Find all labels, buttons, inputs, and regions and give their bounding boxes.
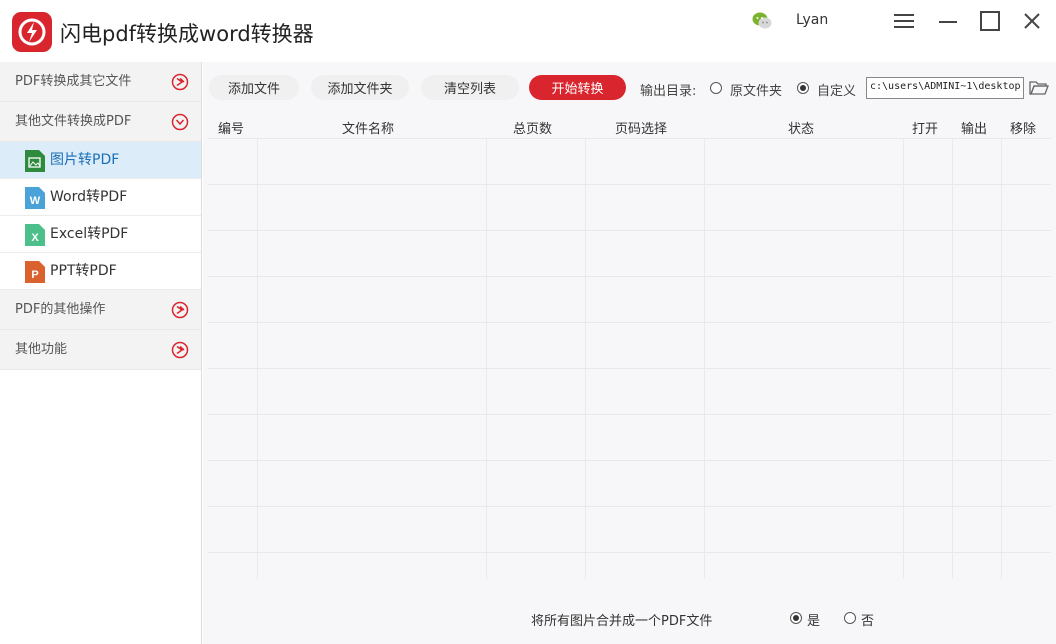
arrow-right-circle-icon (171, 301, 189, 319)
radio-original-folder[interactable] (710, 82, 722, 94)
grid-line (952, 138, 953, 579)
grid-line (208, 276, 1051, 277)
sidebar-category-label: 其他功能 (15, 342, 68, 357)
folder-open-icon[interactable] (1029, 78, 1049, 98)
sidebar-category-other-functions[interactable]: 其他功能 (0, 330, 201, 370)
arrow-right-circle-icon (171, 73, 189, 91)
col-header-open: 打开 (912, 122, 939, 137)
minimize-button[interactable] (935, 8, 961, 34)
grid-line (903, 138, 904, 579)
sidebar: PDF转换成其它文件 其他文件转换成PDF 图片转PDF W Word转PDF … (0, 62, 202, 644)
add-file-button[interactable]: 添加文件 (209, 75, 299, 100)
arrow-down-circle-icon (171, 113, 189, 131)
grid-line (208, 322, 1051, 323)
close-button[interactable] (1019, 8, 1045, 34)
username[interactable]: Lyan (796, 12, 828, 28)
col-header-remove: 移除 (1010, 122, 1037, 137)
title-bar: 闪电pdf转换成word转换器 Lyan (0, 0, 1056, 62)
close-icon (1024, 13, 1040, 29)
svg-text:P: P (31, 269, 38, 281)
radio-custom-folder[interactable] (797, 82, 809, 94)
grid-line (208, 552, 1051, 553)
svg-text:W: W (30, 195, 41, 207)
col-header-page-select: 页码选择 (615, 122, 668, 137)
output-dir-label: 输出目录: (640, 84, 697, 99)
grid-line (208, 414, 1051, 415)
grid-line (1001, 138, 1002, 579)
table-header: 编号 文件名称 总页数 页码选择 状态 打开 输出 移除 (208, 114, 1051, 138)
custom-folder-label: 自定义 (817, 84, 857, 99)
grid-line (257, 138, 258, 579)
minimize-icon (939, 21, 957, 23)
menu-button[interactable] (891, 8, 917, 34)
sidebar-item-excel-to-pdf[interactable]: X Excel转PDF (0, 216, 201, 253)
col-header-filename: 文件名称 (342, 122, 395, 137)
ppt-file-icon: P (25, 261, 45, 283)
sidebar-category-label: PDF转换成其它文件 (15, 74, 132, 89)
sidebar-category-other-to-pdf[interactable]: 其他文件转换成PDF (0, 102, 201, 142)
sidebar-item-ppt-to-pdf[interactable]: P PPT转PDF (0, 253, 201, 290)
image-file-icon (25, 150, 45, 172)
sidebar-item-label: PPT转PDF (50, 263, 117, 279)
maximize-button[interactable] (977, 8, 1003, 34)
grid-line (486, 138, 487, 579)
clear-list-button[interactable]: 清空列表 (421, 75, 519, 100)
sidebar-item-image-to-pdf[interactable]: 图片转PDF (0, 142, 201, 179)
radio-merge-no[interactable] (844, 612, 856, 624)
col-header-number: 编号 (218, 122, 245, 137)
grid-line (208, 184, 1051, 185)
sidebar-item-label: 图片转PDF (50, 152, 120, 168)
merge-yes-label: 是 (807, 614, 821, 629)
app-title: 闪电pdf转换成word转换器 (60, 22, 314, 46)
sidebar-item-label: Excel转PDF (50, 226, 129, 242)
sidebar-category-label: 其他文件转换成PDF (15, 114, 132, 129)
sidebar-item-word-to-pdf[interactable]: W Word转PDF (0, 179, 201, 216)
col-header-status: 状态 (788, 122, 815, 137)
svg-text:X: X (31, 232, 39, 244)
grid-line (208, 460, 1051, 461)
sidebar-item-label: Word转PDF (50, 189, 128, 205)
excel-file-icon: X (25, 224, 45, 246)
col-header-output: 输出 (961, 122, 988, 137)
output-path-input[interactable]: c:\users\ADMINI~1\desktop (866, 77, 1024, 99)
maximize-icon (980, 11, 1000, 31)
sidebar-category-label: PDF的其他操作 (15, 302, 106, 317)
word-file-icon: W (25, 187, 45, 209)
original-folder-label: 原文件夹 (730, 84, 783, 99)
add-folder-button[interactable]: 添加文件夹 (311, 75, 409, 100)
file-table: 编号 文件名称 总页数 页码选择 状态 打开 输出 移除 (208, 114, 1051, 579)
hamburger-icon (894, 14, 914, 28)
sidebar-category-pdf-other-ops[interactable]: PDF的其他操作 (0, 290, 201, 330)
radio-merge-yes[interactable] (790, 612, 802, 624)
app-logo (12, 12, 52, 52)
grid-line (208, 230, 1051, 231)
grid-line (208, 368, 1051, 369)
table-body (208, 138, 1051, 579)
wechat-icon[interactable] (751, 10, 773, 32)
grid-line (585, 138, 586, 579)
merge-no-label: 否 (861, 614, 875, 629)
toolbar: 添加文件 添加文件夹 清空列表 开始转换 输出目录: 原文件夹 自定义 c:\u… (203, 62, 1056, 114)
lightning-icon (18, 18, 46, 46)
merge-images-label: 将所有图片合并成一个PDF文件 (531, 614, 713, 629)
start-convert-button[interactable]: 开始转换 (529, 75, 626, 100)
col-header-total-pages: 总页数 (513, 122, 553, 137)
grid-line (704, 138, 705, 579)
grid-line (208, 138, 1051, 139)
sidebar-category-pdf-to-other[interactable]: PDF转换成其它文件 (0, 62, 201, 102)
main-panel: 添加文件 添加文件夹 清空列表 开始转换 输出目录: 原文件夹 自定义 c:\u… (203, 62, 1056, 644)
grid-line (208, 506, 1051, 507)
arrow-right-circle-icon (171, 341, 189, 359)
